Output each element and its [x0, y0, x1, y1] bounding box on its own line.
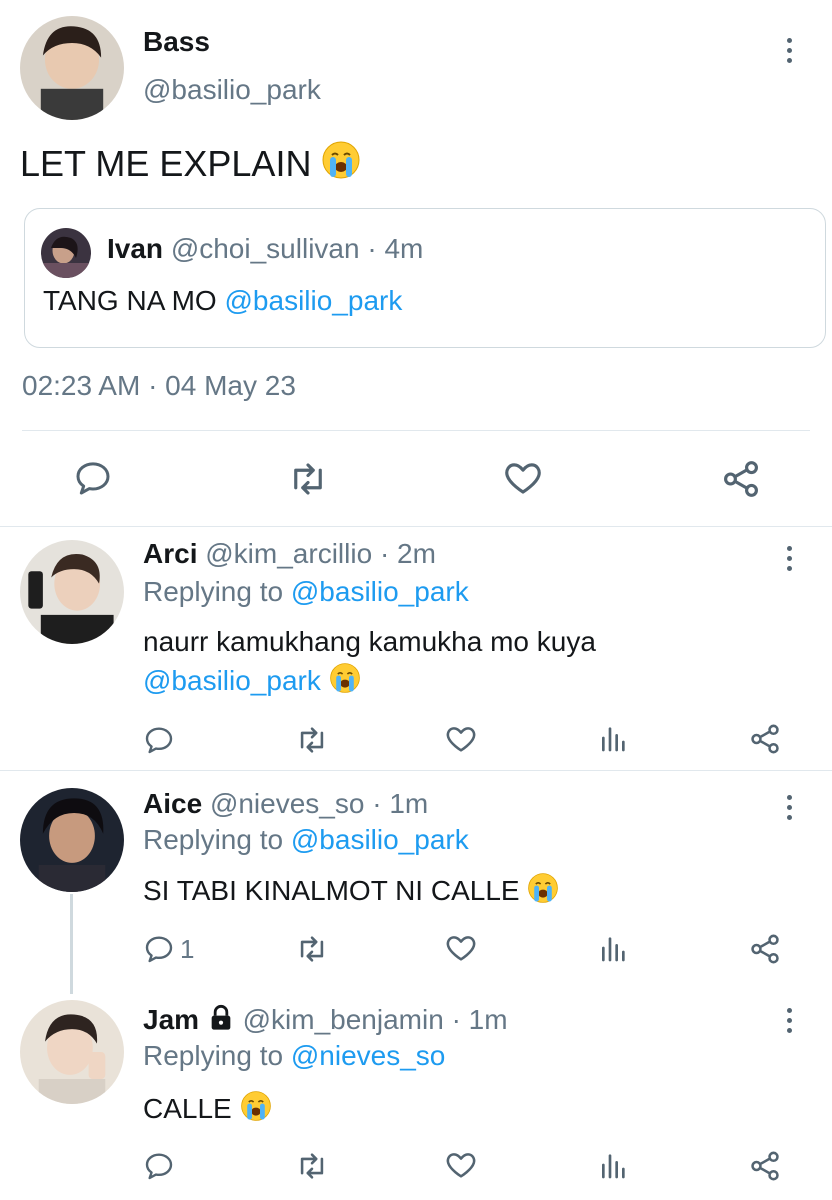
avatar[interactable] — [20, 16, 124, 120]
author-handle[interactable]: @kim_arcillio — [205, 538, 372, 569]
avatar[interactable] — [20, 540, 124, 644]
replying-to: Replying to @nieves_so — [143, 1040, 445, 1072]
stats-icon[interactable] — [598, 722, 630, 754]
retweet-icon[interactable] — [295, 1149, 329, 1183]
reply-icon[interactable] — [143, 933, 175, 965]
avatar[interactable] — [20, 1000, 124, 1104]
divider — [22, 430, 810, 431]
tweet-timestamp[interactable]: 02:23 AM · 04 May 23 — [22, 370, 296, 402]
author-name[interactable]: Aice — [143, 788, 202, 819]
quoted-header: Ivan @choi_sullivan · 4m — [107, 233, 423, 265]
tweet-time[interactable]: · 2m — [380, 538, 436, 569]
avatar[interactable] — [20, 788, 124, 892]
divider — [0, 526, 832, 527]
replying-to-link[interactable]: @nieves_so — [291, 1040, 446, 1071]
like-icon[interactable] — [444, 1148, 478, 1182]
lock-icon — [211, 1004, 231, 1030]
replying-to-label: Replying to — [143, 1040, 284, 1071]
author-name[interactable]: Arci — [143, 538, 197, 569]
avatar — [41, 228, 91, 278]
tweet-text-content: LET ME EXPLAIN — [20, 143, 312, 184]
reply-icon[interactable] — [143, 1150, 175, 1182]
reply-count: 1 — [180, 934, 195, 964]
avatar-image — [20, 540, 124, 644]
reply-header: Jam @kim_benjamin · 1m — [143, 1004, 508, 1036]
reply-icon[interactable] — [73, 458, 113, 498]
tweet-text-line2: @basilio_park — [143, 662, 361, 697]
stats-icon[interactable] — [598, 1149, 630, 1181]
like-icon[interactable] — [502, 457, 544, 499]
replying-to-link[interactable]: @basilio_park — [291, 576, 469, 607]
retweet-icon[interactable] — [295, 932, 329, 966]
like-icon[interactable] — [444, 722, 478, 756]
like-icon[interactable] — [444, 931, 478, 965]
retweet-icon[interactable] — [295, 723, 329, 757]
author-name[interactable]: Jam — [143, 1004, 199, 1035]
quoted-tweet[interactable]: Ivan @choi_sullivan · 4m TANG NA MO @bas… — [24, 208, 826, 348]
retweet-icon[interactable] — [287, 458, 329, 500]
loudly-crying-face-icon — [329, 662, 361, 694]
reply-header: Arci @kim_arcillio · 2m — [143, 538, 436, 570]
quoted-text: TANG NA MO @basilio_park — [43, 285, 402, 317]
tweet-text-content: CALLE — [143, 1093, 232, 1124]
avatar-image — [20, 788, 124, 892]
replying-to: Replying to @basilio_park — [143, 576, 469, 608]
author-handle[interactable]: @nieves_so — [210, 788, 365, 819]
avatar-image — [41, 228, 91, 278]
tweet-time[interactable]: · 1m — [452, 1004, 508, 1035]
tweet-text: LET ME EXPLAIN — [20, 140, 361, 185]
thread-line — [70, 894, 73, 994]
tweet-text-content: SI TABI KINALMOT NI CALLE — [143, 875, 520, 906]
replying-to-label: Replying to — [143, 576, 284, 607]
replying-to: Replying to @basilio_park — [143, 824, 469, 856]
share-icon[interactable] — [720, 458, 762, 500]
share-icon[interactable] — [748, 932, 782, 966]
share-icon[interactable] — [748, 722, 782, 756]
avatar-image — [20, 1000, 124, 1104]
avatar-image — [20, 16, 124, 120]
quoted-time: · 4m — [367, 233, 424, 264]
tweet-time[interactable]: · 1m — [372, 788, 428, 819]
more-options-button[interactable] — [777, 792, 801, 822]
author-handle[interactable]: @basilio_park — [143, 74, 321, 106]
tweet-text: naurr kamukhang kamukha mo kuya — [143, 626, 596, 657]
quoted-author-handle: @choi_sullivan — [170, 233, 360, 264]
loudly-crying-face-icon — [240, 1090, 272, 1122]
more-options-button[interactable] — [777, 35, 801, 65]
author-handle[interactable]: @kim_benjamin — [243, 1004, 444, 1035]
quoted-text-content: TANG NA MO — [43, 285, 217, 316]
more-options-button[interactable] — [777, 1005, 801, 1035]
stats-icon[interactable] — [598, 932, 630, 964]
mention-link[interactable]: @basilio_park — [143, 665, 321, 696]
reply-icon[interactable] — [143, 724, 175, 756]
loudly-crying-face-icon — [321, 140, 361, 180]
replying-to-label: Replying to — [143, 824, 284, 855]
tweet-text: CALLE — [143, 1090, 272, 1125]
quoted-mention-link[interactable]: @basilio_park — [225, 285, 403, 316]
tweet-text: SI TABI KINALMOT NI CALLE — [143, 872, 559, 907]
reply-header: Aice @nieves_so · 1m — [143, 788, 428, 820]
loudly-crying-face-icon — [527, 872, 559, 904]
replying-to-link[interactable]: @basilio_park — [291, 824, 469, 855]
share-icon[interactable] — [748, 1149, 782, 1183]
divider — [0, 770, 832, 771]
more-options-button[interactable] — [777, 543, 801, 573]
quoted-author-name: Ivan — [107, 233, 164, 264]
author-name[interactable]: Bass — [143, 26, 210, 58]
